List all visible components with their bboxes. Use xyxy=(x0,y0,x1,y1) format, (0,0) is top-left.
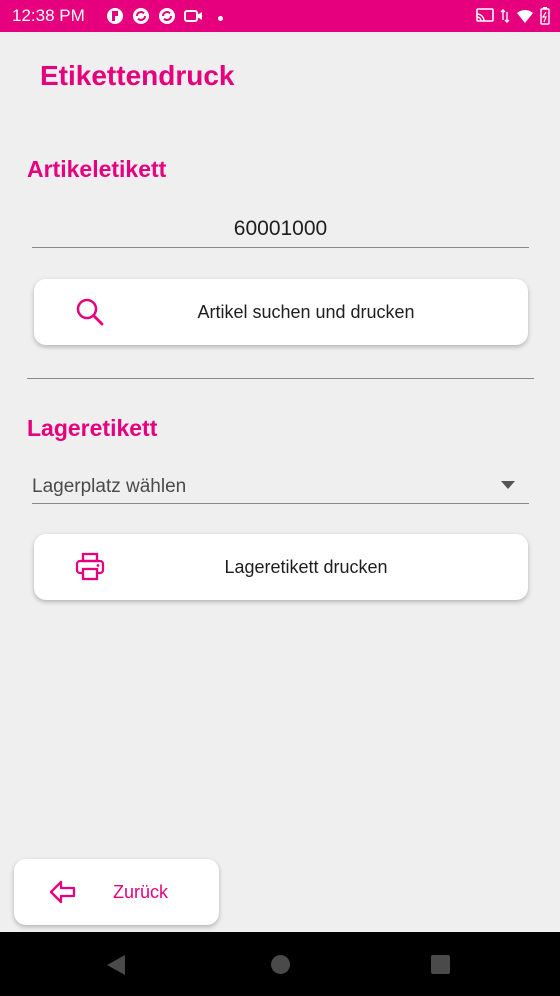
arrow-left-icon xyxy=(48,877,78,907)
storage-section-title: Lageretikett xyxy=(27,415,158,441)
nav-recents-icon[interactable] xyxy=(431,955,450,974)
system-navigation-bar xyxy=(0,932,560,996)
cast-icon xyxy=(476,8,494,29)
search-icon xyxy=(74,296,106,328)
chevron-down-icon xyxy=(501,481,515,489)
storage-location-placeholder: Lagerplatz wählen xyxy=(32,476,187,497)
battery-charging-icon xyxy=(540,7,550,30)
status-notification-icons xyxy=(106,7,223,30)
page-title: Etikettendruck xyxy=(40,60,235,91)
data-arrows-icon xyxy=(500,8,510,29)
storage-location-select[interactable]: Lagerplatz wählen xyxy=(32,470,529,504)
printer-icon xyxy=(74,551,106,583)
search-and-print-label: Artikel suchen und drucken xyxy=(197,301,415,322)
article-number-input[interactable]: 60001000 xyxy=(32,212,529,248)
status-system-icons xyxy=(476,7,550,30)
nav-back-icon[interactable] xyxy=(107,955,125,975)
video-icon xyxy=(184,8,204,29)
back-button-label: Zurück xyxy=(113,882,169,902)
sync-icon xyxy=(158,7,176,30)
app-notification-icon xyxy=(106,7,124,30)
status-bar: 12:38 PM xyxy=(0,0,560,32)
dot-icon xyxy=(218,16,223,21)
wifi-icon xyxy=(516,8,534,29)
section-divider xyxy=(27,378,534,379)
status-time: 12:38 PM xyxy=(12,6,85,25)
search-and-print-button[interactable]: Artikel suchen und drucken xyxy=(34,279,528,345)
back-button[interactable]: Zurück xyxy=(14,859,219,925)
print-storage-label-button[interactable]: Lageretikett drucken xyxy=(34,534,528,600)
print-storage-label-label: Lageretikett drucken xyxy=(224,556,388,577)
sync-icon xyxy=(132,7,150,30)
nav-home-icon[interactable] xyxy=(271,955,290,974)
article-section-title: Artikeletikett xyxy=(27,156,167,182)
